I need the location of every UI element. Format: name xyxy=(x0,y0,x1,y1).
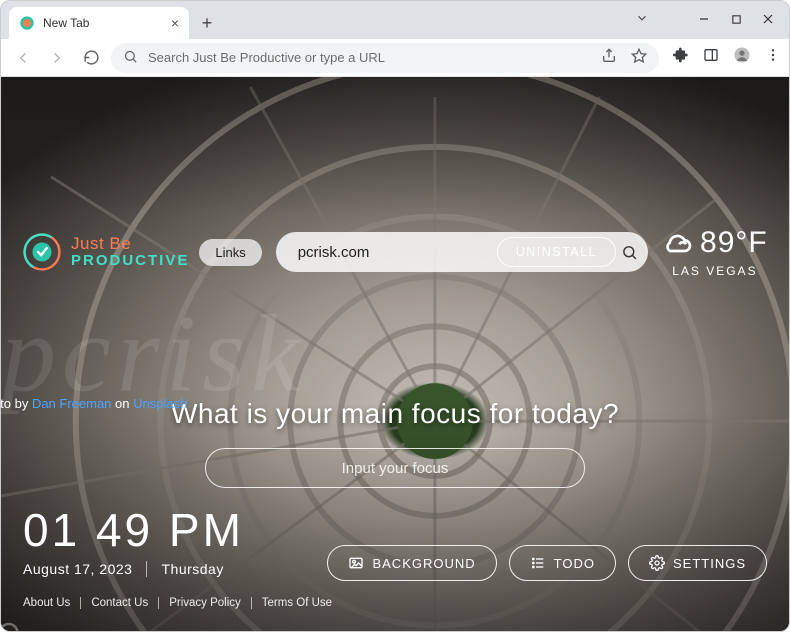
logo-text-line2: PRODUCTIVE xyxy=(71,253,189,269)
footer-privacy[interactable]: Privacy Policy xyxy=(169,597,241,609)
share-icon[interactable] xyxy=(601,48,617,67)
image-icon xyxy=(348,555,364,571)
profile-icon[interactable] xyxy=(733,46,751,69)
credit-middle: on xyxy=(111,396,133,411)
footer-contact[interactable]: Contact Us xyxy=(91,597,148,609)
clock-date: August 17, 2023 xyxy=(23,561,132,577)
footer-about[interactable]: About Us xyxy=(23,597,70,609)
browser-toolbar: Search Just Be Productive or type a URL xyxy=(1,39,789,77)
weather-temp: 89°F xyxy=(700,226,768,260)
logo-text-line1: Just Be xyxy=(71,235,189,253)
settings-button[interactable]: SETTINGS xyxy=(628,545,767,581)
search-input[interactable] xyxy=(298,244,497,261)
minimize-button[interactable] xyxy=(689,7,719,31)
footer-terms[interactable]: Terms Of Use xyxy=(262,597,332,609)
search-go-icon[interactable] xyxy=(616,239,642,265)
logo-icon xyxy=(23,233,61,271)
weather-location: LAS VEGAS xyxy=(672,264,757,278)
omnibox-placeholder: Search Just Be Productive or type a URL xyxy=(148,50,385,65)
logo: Just Be PRODUCTIVE xyxy=(23,233,189,271)
credit-author-link[interactable]: Dan Freeman xyxy=(32,396,111,411)
close-icon[interactable]: × xyxy=(171,15,179,31)
todo-button[interactable]: TODO xyxy=(509,545,616,581)
extensions-icon[interactable] xyxy=(673,47,689,68)
credit-prefix: Photo by xyxy=(1,396,32,411)
browser-titlebar: New Tab × + xyxy=(1,1,789,39)
divider xyxy=(146,561,147,577)
weather-icon xyxy=(662,227,694,259)
uninstall-label: UNINSTALL xyxy=(516,245,597,259)
focus-input[interactable] xyxy=(205,448,585,488)
back-button[interactable] xyxy=(9,44,37,72)
weather-widget[interactable]: 89°F LAS VEGAS xyxy=(662,226,768,278)
list-icon xyxy=(530,555,546,571)
menu-icon[interactable] xyxy=(765,47,781,68)
tab-favicon xyxy=(19,15,35,31)
reload-button[interactable] xyxy=(77,44,105,72)
new-tab-button[interactable]: + xyxy=(193,9,221,37)
uninstall-button[interactable]: UNINSTALL xyxy=(497,237,616,267)
browser-tab[interactable]: New Tab × xyxy=(9,7,189,39)
credit-source-link[interactable]: Unsplash xyxy=(133,396,187,411)
forward-button[interactable] xyxy=(43,44,71,72)
background-label: BACKGROUND xyxy=(372,556,475,571)
todo-label: TODO xyxy=(554,556,595,571)
search-icon xyxy=(123,49,138,67)
chevron-down-icon[interactable] xyxy=(635,11,649,30)
maximize-button[interactable] xyxy=(721,7,751,31)
top-search[interactable]: UNINSTALL xyxy=(276,232,648,272)
bookmark-icon[interactable] xyxy=(631,48,647,67)
divider xyxy=(158,597,159,609)
settings-label: SETTINGS xyxy=(673,556,746,571)
background-button[interactable]: BACKGROUND xyxy=(327,545,496,581)
gear-icon xyxy=(649,555,665,571)
clock-day: Thursday xyxy=(161,561,223,577)
close-window-button[interactable] xyxy=(753,7,783,31)
sidepanel-icon[interactable] xyxy=(703,47,719,68)
tab-title: New Tab xyxy=(43,16,89,30)
omnibox[interactable]: Search Just Be Productive or type a URL xyxy=(111,43,659,73)
links-button[interactable]: Links xyxy=(199,239,261,266)
photo-credit: Photo by Dan Freeman on Unsplash xyxy=(1,396,765,411)
divider xyxy=(80,597,81,609)
divider xyxy=(251,597,252,609)
footer-links: About Us Contact Us Privacy Policy Terms… xyxy=(23,597,767,609)
